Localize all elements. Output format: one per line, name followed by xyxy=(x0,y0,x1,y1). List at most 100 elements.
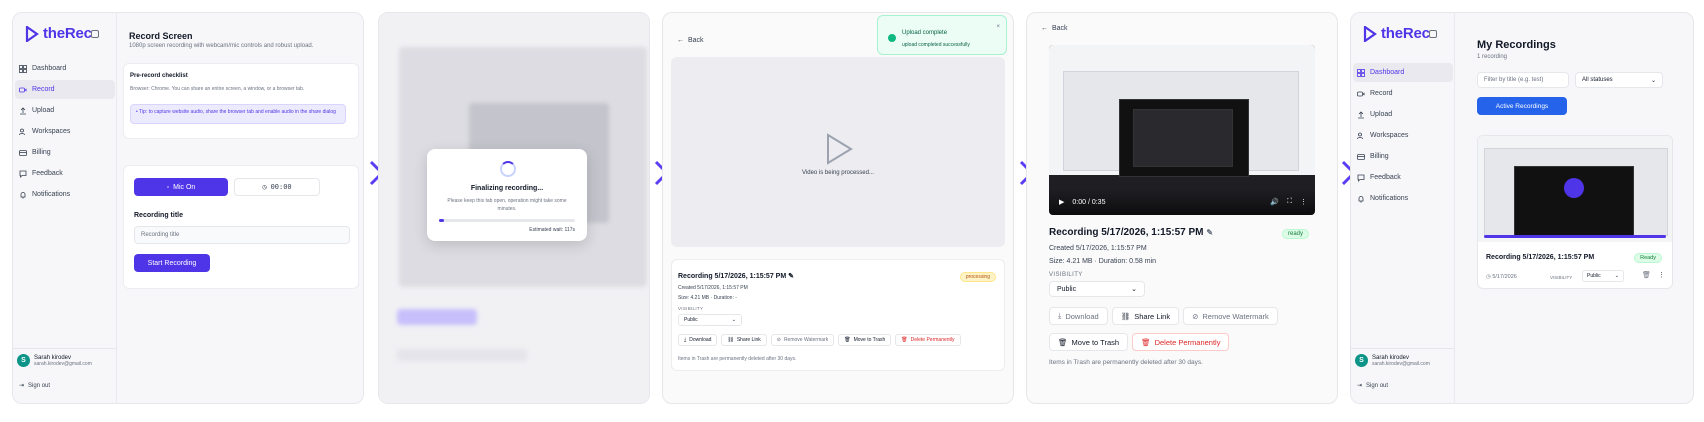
back-button[interactable]: ← Back xyxy=(677,37,704,44)
sidebar-toggle-icon[interactable] xyxy=(1429,30,1437,38)
share-link-label: Share Link xyxy=(1134,311,1171,321)
sidebar-item-dashboard[interactable]: Dashboard xyxy=(15,59,115,78)
sign-out-button[interactable]: ⇥ Sign out xyxy=(1357,382,1389,390)
sidebar-item-record[interactable]: Record xyxy=(1353,84,1453,103)
sidebar-item-upload[interactable]: Upload xyxy=(1353,105,1453,124)
play-icon[interactable] xyxy=(1564,178,1584,198)
checklist-title: Pre-record checklist xyxy=(130,73,188,79)
more-icon[interactable]: ⋮ xyxy=(1300,198,1307,206)
dashboard-icon xyxy=(1357,68,1365,77)
sidebar-item-feedback[interactable]: Feedback xyxy=(1353,168,1453,187)
sidebar-item-record[interactable]: Record xyxy=(15,80,115,99)
start-recording-button[interactable]: Start Recording xyxy=(134,254,210,272)
back-button[interactable]: ← Back xyxy=(1041,25,1068,32)
move-to-trash-button[interactable]: 🗑 Move to Trash xyxy=(838,334,892,346)
download-button[interactable]: ⤓ Download xyxy=(678,334,718,346)
user-profile[interactable]: S Sarah kirodev sarah.kirodev@gmail.com xyxy=(1355,354,1430,367)
visibility-select[interactable]: Public ⌄ xyxy=(1582,270,1624,282)
recording-title-input[interactable]: Recording title xyxy=(134,226,350,244)
finalizing-panel: Finalizing recording... Please keep this… xyxy=(378,12,650,404)
record-screen-panel: theRec Dashboard Record Upload Workspace… xyxy=(12,12,364,404)
share-link-button[interactable]: ⛓ Share Link xyxy=(721,334,767,346)
sidebar-item-label: Workspaces xyxy=(32,128,71,135)
video-player[interactable]: ▶ 0:00 / 0:35 🔊 ⛶ ⋮ xyxy=(1049,45,1315,215)
sign-out-label: Sign out xyxy=(28,382,51,389)
sidebar-item-upload[interactable]: Upload xyxy=(15,101,115,120)
volume-icon[interactable]: 🔊 xyxy=(1270,198,1279,206)
upload-icon xyxy=(1357,110,1365,119)
delete-permanently-button[interactable]: 🗑 Delete Permanently xyxy=(1132,333,1230,351)
brand-name: theRec xyxy=(43,25,92,42)
recording-details-card: Recording 5/17/2026, 1:15:57 PM ✎ proces… xyxy=(671,259,1005,371)
recording-title: Recording 5/17/2026, 1:15:57 PM xyxy=(1486,254,1595,261)
visibility-select[interactable]: Public ⌄ xyxy=(1049,281,1145,297)
brand-logo[interactable]: theRec xyxy=(25,25,92,42)
share-link-button[interactable]: ⛓ Share Link xyxy=(1111,307,1180,325)
logout-icon: ⇥ xyxy=(19,383,25,389)
sidebar-item-label: Billing xyxy=(1370,153,1389,160)
sidebar-item-notifications[interactable]: Notifications xyxy=(1353,189,1453,208)
divider xyxy=(1351,348,1454,349)
fullscreen-icon[interactable]: ⛶ xyxy=(1287,198,1292,206)
sidebar-item-billing[interactable]: Billing xyxy=(1353,147,1453,166)
play-icon xyxy=(827,133,853,165)
thumb-progress-bar xyxy=(1484,235,1666,238)
delete-permanently-button[interactable]: 🗑 Delete Permanently xyxy=(895,334,961,346)
recording-title: Recording 5/17/2026, 1:15:57 PM ✎ xyxy=(678,272,794,280)
sidebar-item-label: Notifications xyxy=(32,191,71,198)
play-icon[interactable]: ▶ xyxy=(1059,198,1064,206)
sidebar-item-notifications[interactable]: Notifications xyxy=(15,185,115,204)
remove-watermark-label: Remove Watermark xyxy=(1202,311,1269,321)
back-label: Back xyxy=(1052,25,1068,32)
edit-icon[interactable]: ✎ xyxy=(1206,228,1213,237)
move-to-trash-button[interactable]: 🗑 Move to Trash xyxy=(1049,333,1129,351)
recording-timer: ◷ 00:00 xyxy=(234,178,320,196)
more-icon[interactable]: ⋮ xyxy=(1658,271,1665,279)
brand-logo[interactable]: theRec xyxy=(1363,25,1430,42)
download-icon: ⤓ xyxy=(684,337,687,343)
edit-icon[interactable]: ✎ xyxy=(788,273,794,280)
sidebar-item-dashboard[interactable]: Dashboard xyxy=(1353,63,1453,82)
sign-out-button[interactable]: ⇥ Sign out xyxy=(19,382,51,390)
visibility-select[interactable]: Public ⌄ xyxy=(678,314,742,326)
user-profile[interactable]: S Sarah kirodev sarah.kirodev@gmail.com xyxy=(17,354,92,367)
status-badge: ready xyxy=(1281,229,1309,239)
logo-icon xyxy=(1363,25,1377,42)
remove-watermark-button[interactable]: ⊘ Remove Watermark xyxy=(770,334,835,346)
recording-date-text: 5/17/2026 xyxy=(1492,274,1517,280)
calendar-icon: ◷ xyxy=(1486,274,1491,280)
finalizing-modal: Finalizing recording... Please keep this… xyxy=(427,149,587,241)
trash-icon[interactable]: 🗑 xyxy=(1642,271,1651,279)
sidebar-item-workspaces[interactable]: Workspaces xyxy=(1353,126,1453,145)
sidebar-item-label: Feedback xyxy=(32,170,63,177)
sidebar-toggle-icon[interactable] xyxy=(91,30,99,38)
remove-watermark-button[interactable]: ⊘ Remove Watermark xyxy=(1183,307,1278,325)
modal-text: Please keep this tab open, operation mig… xyxy=(447,198,567,212)
sidebar-item-billing[interactable]: Billing xyxy=(15,143,115,162)
size-duration: Size: 4.21 MB · Duration: - xyxy=(678,295,737,301)
filter-input[interactable]: Filter by title (e.g. test) xyxy=(1477,72,1569,88)
trash-icon: 🗑 xyxy=(1058,337,1068,347)
dashboard-icon xyxy=(19,64,27,73)
timer-value: 00:00 xyxy=(270,183,292,191)
sidebar-item-workspaces[interactable]: Workspaces xyxy=(15,122,115,141)
created-date: Created 5/17/2026, 1:15:57 PM xyxy=(1049,245,1147,252)
sign-out-label: Sign out xyxy=(1366,382,1389,389)
check-circle-icon xyxy=(888,34,896,42)
download-button[interactable]: ⤓ Download xyxy=(1049,307,1108,325)
status-filter-select[interactable]: All statuses ⌄ xyxy=(1575,72,1663,88)
download-icon: ⤓ xyxy=(1058,311,1062,320)
mic-label: Mic On xyxy=(173,183,196,191)
visibility-label: VISIBILITY xyxy=(1049,272,1083,278)
sidebar-item-feedback[interactable]: Feedback xyxy=(15,164,115,183)
recordings-main: My Recordings 1 recording Filter by titl… xyxy=(1455,13,1693,403)
toast-text: upload completed successfully xyxy=(902,42,970,48)
active-recordings-button[interactable]: Active Recordings xyxy=(1477,97,1567,115)
close-icon[interactable]: × xyxy=(996,24,1000,30)
recording-thumbnail[interactable] xyxy=(1478,136,1672,242)
recording-count: 1 recording xyxy=(1477,54,1508,60)
mic-toggle-button[interactable]: ◦ Mic On xyxy=(134,178,228,196)
page-title: My Recordings xyxy=(1477,39,1556,51)
chevron-down-icon: ⌄ xyxy=(1650,77,1656,84)
recording-card[interactable]: Recording 5/17/2026, 1:15:57 PM Ready ◷ … xyxy=(1477,135,1673,289)
